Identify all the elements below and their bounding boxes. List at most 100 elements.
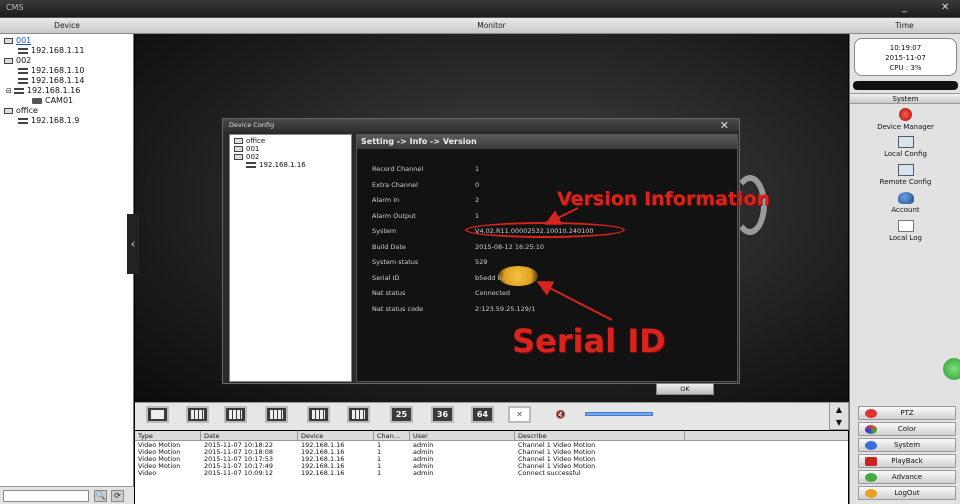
logout-icon: [865, 489, 877, 498]
mute-button[interactable]: 🔇: [549, 406, 572, 423]
serial-redaction-blob: [498, 266, 538, 286]
device-icon: [18, 117, 28, 124]
close-button[interactable]: ✕: [941, 2, 949, 13]
col-device[interactable]: Device: [298, 431, 374, 441]
split-36-button[interactable]: 36: [431, 406, 454, 423]
control-panel: PTZ Color System PlayBack Advance LogOut: [849, 402, 960, 504]
tree-item-001[interactable]: 001: [4, 36, 31, 45]
dialog-tree-item[interactable]: office: [234, 137, 265, 145]
dialog-close-button[interactable]: ✕: [720, 119, 729, 132]
info-label: Build Date: [372, 242, 406, 251]
group-icon: [234, 146, 243, 152]
device-manager-button[interactable]: Device Manager: [850, 108, 960, 131]
split-toolbar: 25 36 64 ✕ 🔇: [135, 402, 848, 430]
color-button[interactable]: Color: [858, 422, 956, 436]
event-cell: Connect successful: [518, 469, 581, 477]
device-icon: [13, 87, 24, 94]
device-search-bar: 🔍 ⟳: [0, 486, 134, 504]
split-64-button[interactable]: 64: [471, 406, 494, 423]
account-button[interactable]: Account: [850, 192, 960, 214]
tree-item-device[interactable]: 192.168.1.11: [18, 46, 84, 55]
playback-icon: [865, 457, 877, 466]
tree-item-device-expanded[interactable]: ⊟ 192.168.1.16: [6, 86, 80, 95]
split-25-button[interactable]: 25: [390, 406, 413, 423]
ok-button[interactable]: OK: [656, 383, 714, 395]
system-button[interactable]: System: [858, 438, 956, 452]
color-icon: [865, 425, 877, 434]
event-log-header: Type Date Device Chan... User Describe: [135, 431, 848, 441]
scroll-updown-button[interactable]: ▲ ▼: [829, 402, 849, 430]
split-6-button[interactable]: [224, 406, 247, 423]
info-label: Nat status code: [372, 304, 424, 313]
info-label: Alarm In: [372, 196, 400, 204]
device-manager-icon: [899, 108, 912, 121]
tree-item-office[interactable]: office: [4, 106, 38, 115]
group-icon: [234, 138, 243, 144]
dialog-tree-item[interactable]: 001: [234, 145, 259, 153]
local-config-icon: [897, 136, 914, 148]
collapse-left-handle[interactable]: ‹: [127, 214, 139, 274]
clock-box: 10:19:07 2015-11-07 CPU : 3%: [854, 38, 957, 76]
info-value: 529: [475, 258, 488, 266]
title-bar: CMS _ ✕: [0, 0, 960, 18]
info-value: 0: [475, 180, 480, 189]
dialog-tree-item-selected[interactable]: 192.168.1.16: [246, 161, 306, 169]
device-search-input[interactable]: [3, 490, 89, 502]
device-icon: [246, 162, 256, 168]
panel-breadcrumb: Setting -> Info -> Version: [357, 135, 737, 149]
dialog-tree-item[interactable]: 002: [234, 153, 259, 161]
group-icon: [234, 154, 243, 160]
col-type[interactable]: Type: [135, 431, 201, 441]
volume-slider[interactable]: [585, 412, 653, 416]
expand-icon[interactable]: [943, 358, 960, 380]
info-label: Alarm Output: [372, 211, 416, 220]
col-channel[interactable]: Chan...: [374, 431, 410, 441]
split-1-button[interactable]: [146, 406, 169, 423]
clock-time: 10:19:07: [889, 44, 922, 52]
time-header: Time: [849, 18, 960, 34]
split-13-button[interactable]: [307, 406, 330, 423]
info-value: Connected: [475, 289, 511, 297]
tree-item-camera[interactable]: CAM01: [32, 96, 73, 105]
col-date[interactable]: Date: [201, 431, 298, 441]
remote-config-icon: [897, 164, 914, 176]
logout-button[interactable]: LogOut: [858, 486, 956, 500]
split-16-button[interactable]: [347, 406, 370, 423]
remote-config-button[interactable]: Remote Config: [850, 164, 960, 186]
advance-button[interactable]: Advance: [858, 470, 956, 484]
event-cell: Video: [138, 469, 157, 477]
event-cell: 192.168.1.16: [301, 469, 345, 477]
split-9-icon: [270, 410, 283, 419]
minimize-button[interactable]: _: [902, 2, 907, 13]
ptz-button[interactable]: PTZ: [858, 406, 956, 420]
local-config-button[interactable]: Local Config: [850, 136, 960, 158]
tree-item-device[interactable]: 192.168.1.14: [18, 76, 84, 85]
col-describe[interactable]: Describe: [515, 431, 685, 441]
fullscreen-button[interactable]: ✕: [508, 406, 531, 423]
playback-button[interactable]: PlayBack: [858, 454, 956, 468]
system-icon: [865, 441, 877, 450]
search-icon[interactable]: 🔍: [94, 490, 107, 502]
split-4-button[interactable]: [186, 406, 209, 423]
info-label: System: [372, 227, 397, 235]
event-row[interactable]: Video 2015-11-07 10:09:12 192.168.1.16 1 adm…: [135, 470, 848, 477]
info-label: Extra Channel: [372, 180, 418, 189]
device-icon: [18, 47, 28, 54]
tree-item-002[interactable]: 002: [4, 56, 31, 65]
serial-id-annotation: Serial ID: [512, 322, 666, 360]
event-log-list: Video Motion 2015-11-07 10:18:22 192.168.1…: [135, 441, 848, 504]
collapse-icon[interactable]: ⊟: [6, 87, 12, 95]
event-cell: 2015-11-07 10:09:12: [204, 469, 274, 477]
clock-date: 2015-11-07: [885, 54, 926, 62]
tree-item-device[interactable]: 192.168.1.10: [18, 66, 84, 75]
group-icon: [4, 57, 13, 64]
info-label: Serial ID: [372, 273, 400, 282]
info-value: 2:123.59.25.129/1: [475, 304, 536, 313]
ptz-icon: [865, 409, 877, 418]
local-log-button[interactable]: Local Log: [850, 220, 960, 242]
device-icon: [18, 67, 28, 74]
tree-item-device[interactable]: 192.168.1.9: [18, 116, 79, 125]
split-9-button[interactable]: [265, 406, 288, 423]
refresh-icon[interactable]: ⟳: [111, 490, 124, 502]
col-user[interactable]: User: [410, 431, 515, 441]
